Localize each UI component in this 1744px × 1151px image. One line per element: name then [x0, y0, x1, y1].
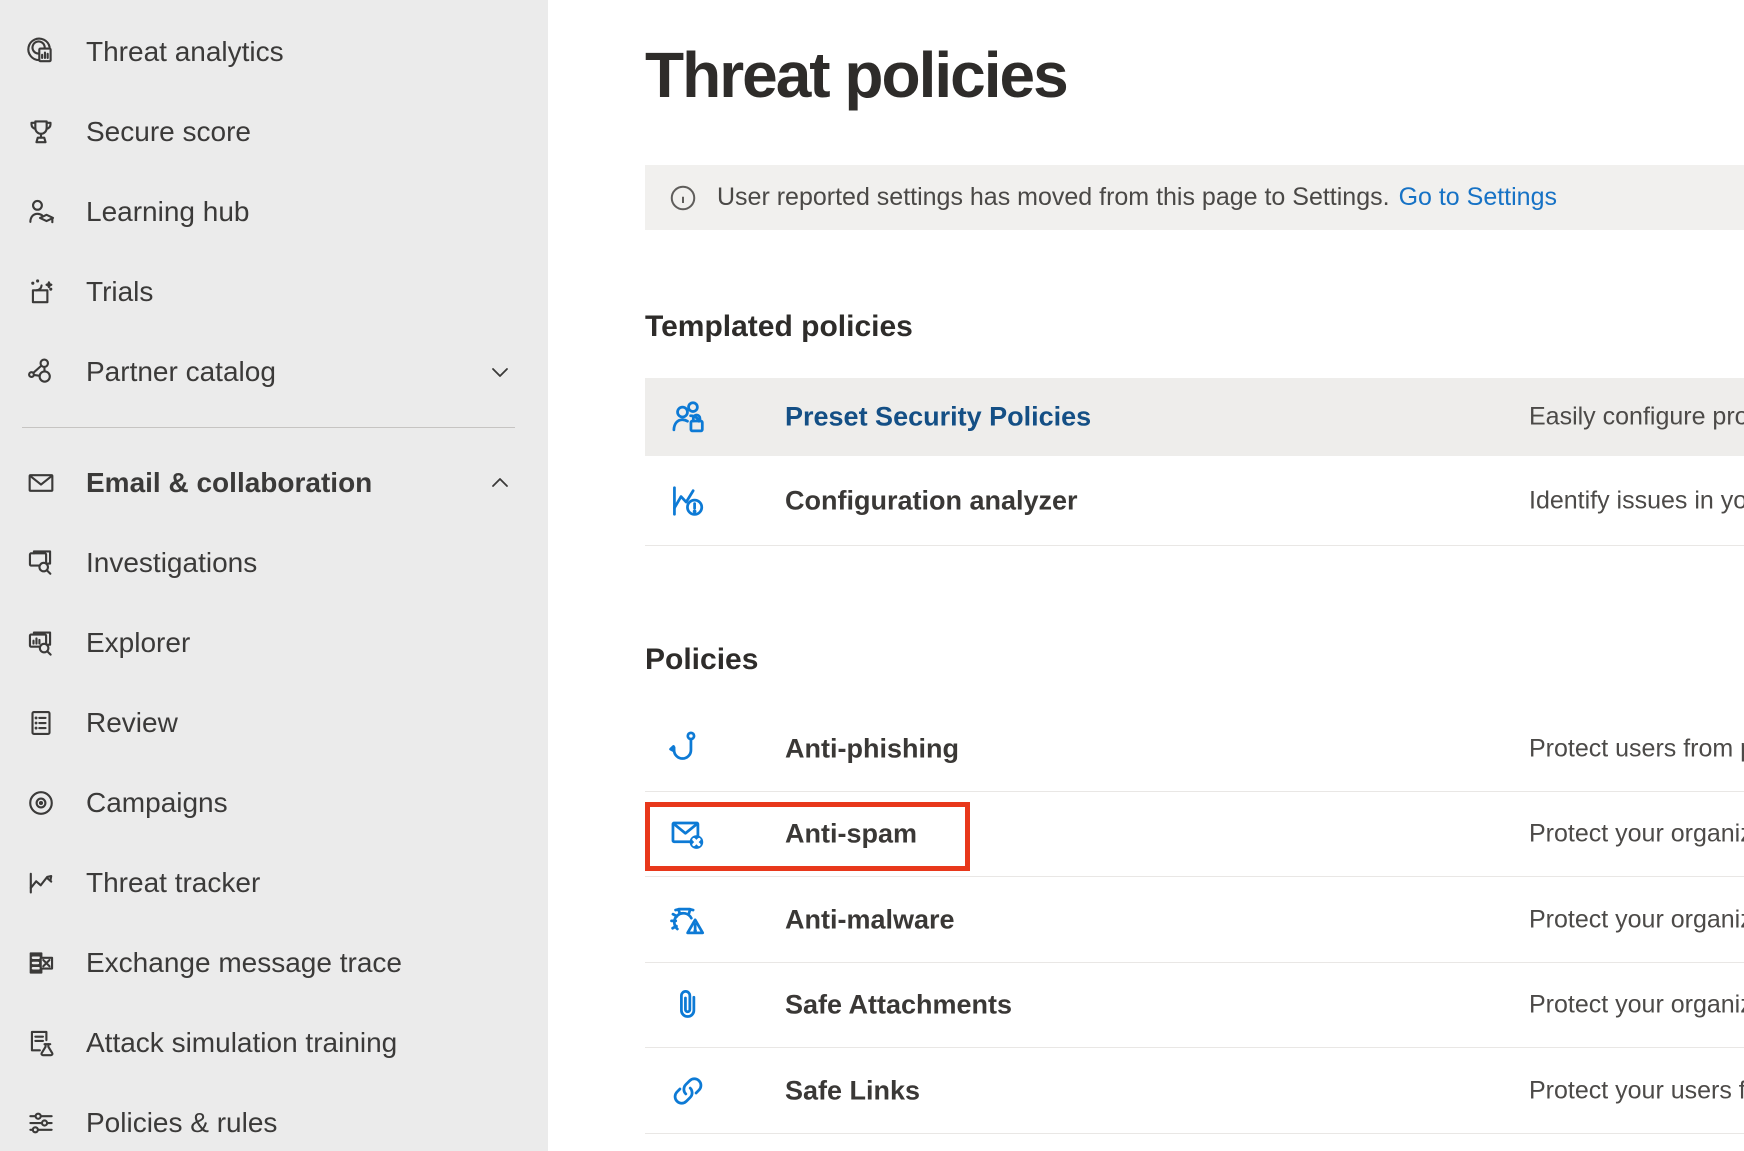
- row-description: Identify issues in you: [1529, 486, 1744, 515]
- row-anti-malware[interactable]: Anti-malware Protect your organiz: [645, 877, 1744, 963]
- sidebar-navigation: Threat analytics Secure score Learning h…: [0, 0, 548, 1151]
- info-banner: User reported settings has moved from th…: [645, 165, 1744, 230]
- secure-score-trophy-icon: [22, 113, 60, 151]
- safe-links-chain-icon: [666, 1069, 710, 1113]
- sidebar-item-label: Threat analytics: [86, 36, 284, 68]
- anti-phishing-hook-icon: [666, 727, 710, 771]
- sidebar-item-campaigns[interactable]: Campaigns: [0, 763, 548, 843]
- row-description: Protect your organiz: [1529, 820, 1744, 849]
- safe-attachments-paperclip-icon: [666, 983, 710, 1027]
- sidebar-item-label: Learning hub: [86, 196, 249, 228]
- learning-hub-icon: [22, 193, 60, 231]
- sidebar-item-label: Threat tracker: [86, 867, 260, 899]
- sidebar-item-secure-score[interactable]: Secure score: [0, 92, 548, 172]
- chevron-down-icon[interactable]: [488, 360, 512, 384]
- anti-malware-link[interactable]: Anti-malware: [785, 904, 955, 935]
- partner-catalog-icon: [22, 353, 60, 391]
- row-safe-links[interactable]: Safe Links Protect your users fr: [645, 1048, 1744, 1134]
- row-description: Protect users from p: [1529, 735, 1744, 764]
- sidebar-item-threat-analytics[interactable]: Threat analytics: [0, 12, 548, 92]
- sidebar-item-trials[interactable]: Trials: [0, 252, 548, 332]
- sidebar-item-label: Attack simulation training: [86, 1027, 397, 1059]
- row-description: Protect your organiz: [1529, 991, 1744, 1020]
- threat-tracker-chart-icon: [22, 864, 60, 902]
- preset-security-policies-link[interactable]: Preset Security Policies: [785, 402, 1091, 433]
- row-configuration-analyzer[interactable]: Configuration analyzer Identify issues i…: [645, 456, 1744, 546]
- threat-analytics-icon: [22, 33, 60, 71]
- main-content: Threat policies User reported settings h…: [548, 0, 1744, 1151]
- banner-message: User reported settings has moved from th…: [717, 183, 1390, 212]
- section-heading-policies: Policies: [645, 643, 758, 677]
- row-anti-phishing[interactable]: Anti-phishing Protect users from p: [645, 707, 1744, 792]
- chevron-up-icon[interactable]: [488, 471, 512, 495]
- exchange-message-trace-icon: [22, 944, 60, 982]
- sidebar-item-label: Explorer: [86, 627, 190, 659]
- sidebar-item-review[interactable]: Review: [0, 683, 548, 763]
- sidebar-item-partner-catalog[interactable]: Partner catalog: [0, 332, 548, 412]
- trials-gift-icon: [22, 273, 60, 311]
- sidebar-item-investigations[interactable]: Investigations: [0, 523, 548, 603]
- info-icon: [668, 183, 698, 213]
- sidebar-item-threat-tracker[interactable]: Threat tracker: [0, 843, 548, 923]
- preset-security-policies-icon: [666, 395, 710, 439]
- anti-spam-link[interactable]: Anti-spam: [785, 819, 917, 850]
- sidebar-item-attack-simulation-training[interactable]: Attack simulation training: [0, 1003, 548, 1083]
- anti-malware-bug-icon: [666, 898, 710, 942]
- page-title: Threat policies: [645, 38, 1067, 112]
- sidebar-item-label: Trials: [86, 276, 153, 308]
- sidebar-item-policies-rules[interactable]: Policies & rules: [0, 1083, 548, 1151]
- row-description: Protect your organiz: [1529, 905, 1744, 934]
- sidebar-item-email-collaboration[interactable]: Email & collaboration: [0, 443, 548, 523]
- sidebar-item-label: Exchange message trace: [86, 947, 402, 979]
- row-safe-attachments[interactable]: Safe Attachments Protect your organiz: [645, 963, 1744, 1048]
- sidebar-item-label: Campaigns: [86, 787, 228, 819]
- email-collaboration-icon: [22, 464, 60, 502]
- sidebar-item-label: Policies & rules: [86, 1107, 277, 1139]
- attack-simulation-training-icon: [22, 1024, 60, 1062]
- anti-spam-icon: [666, 812, 710, 856]
- row-preset-security-policies[interactable]: Preset Security Policies Easily configur…: [645, 378, 1744, 456]
- sidebar-item-label: Email & collaboration: [86, 467, 372, 499]
- policies-rules-sliders-icon: [22, 1104, 60, 1142]
- sidebar-item-learning-hub[interactable]: Learning hub: [0, 172, 548, 252]
- section-heading-templated-policies: Templated policies: [645, 310, 913, 344]
- anti-phishing-link[interactable]: Anti-phishing: [785, 734, 959, 765]
- investigations-icon: [22, 544, 60, 582]
- safe-attachments-link[interactable]: Safe Attachments: [785, 990, 1012, 1021]
- configuration-analyzer-icon: [666, 479, 710, 523]
- sidebar-item-label: Review: [86, 707, 178, 739]
- go-to-settings-link[interactable]: Go to Settings: [1399, 183, 1557, 212]
- safe-links-link[interactable]: Safe Links: [785, 1075, 920, 1106]
- sidebar-item-label: Partner catalog: [86, 356, 276, 388]
- review-list-icon: [22, 704, 60, 742]
- campaigns-target-icon: [22, 784, 60, 822]
- row-description: Protect your users fr: [1529, 1076, 1744, 1105]
- sidebar-divider: [22, 427, 515, 428]
- sidebar-item-explorer[interactable]: Explorer: [0, 603, 548, 683]
- row-description: Easily configure prot: [1529, 403, 1744, 432]
- sidebar-item-label: Secure score: [86, 116, 251, 148]
- configuration-analyzer-link[interactable]: Configuration analyzer: [785, 485, 1078, 516]
- row-anti-spam[interactable]: Anti-spam Protect your organiz: [645, 792, 1744, 877]
- sidebar-item-exchange-message-trace[interactable]: Exchange message trace: [0, 923, 548, 1003]
- sidebar-item-label: Investigations: [86, 547, 257, 579]
- explorer-icon: [22, 624, 60, 662]
